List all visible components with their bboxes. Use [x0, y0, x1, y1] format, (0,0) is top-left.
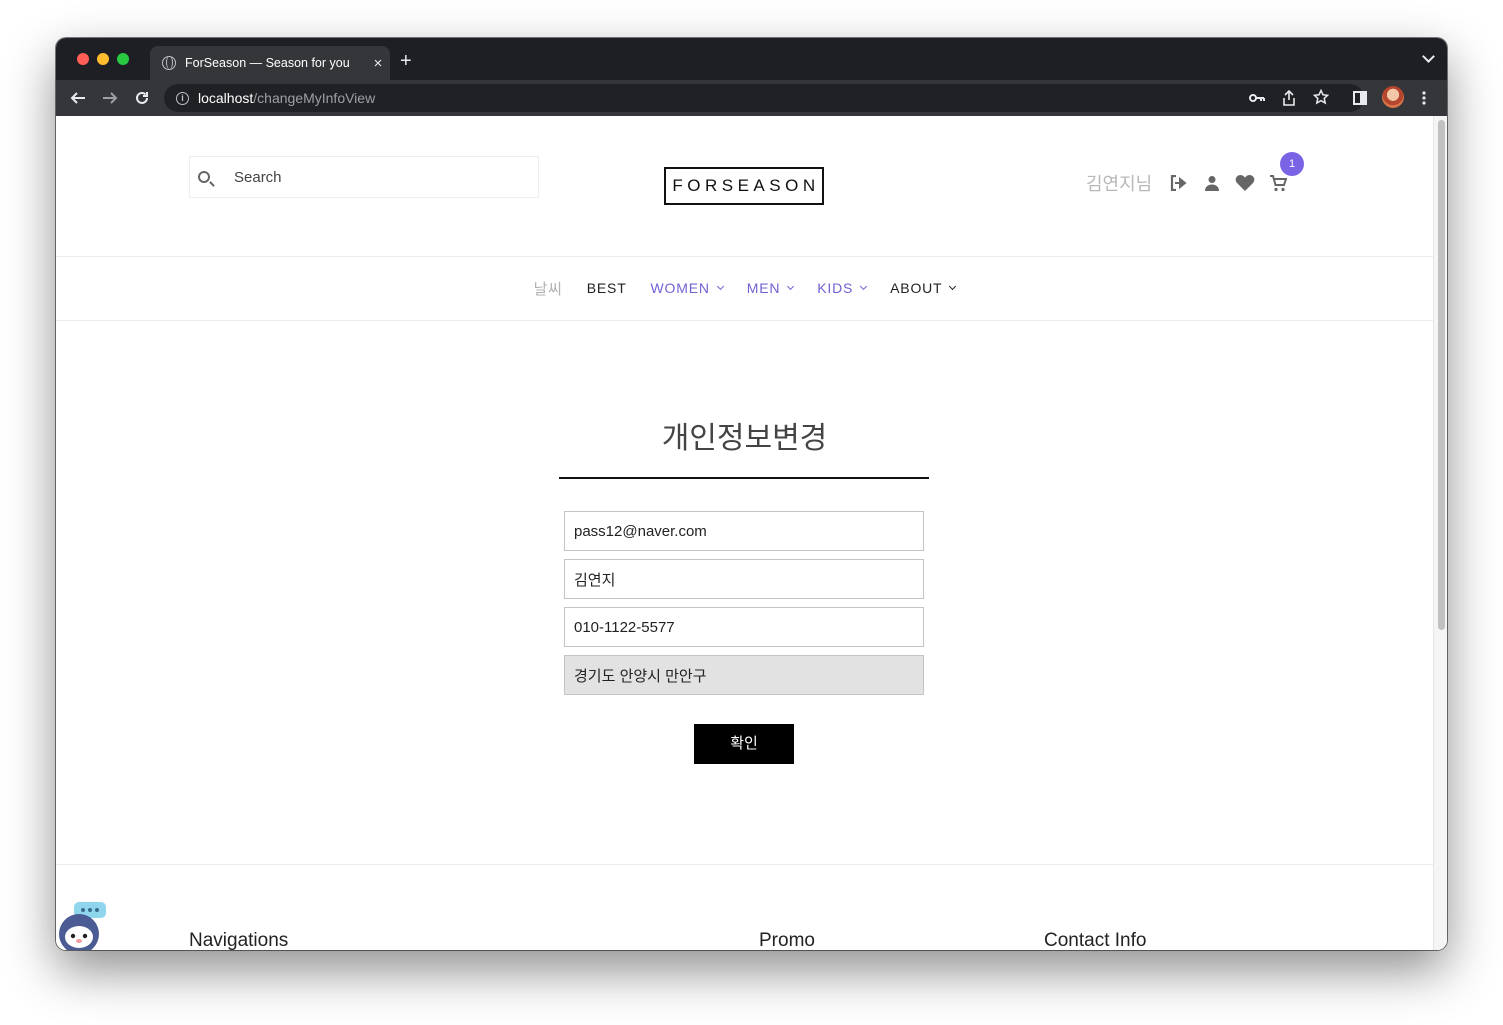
maximize-window-button[interactable]: [117, 53, 129, 65]
menu-divider: [56, 320, 1433, 321]
site-info-icon[interactable]: i: [176, 91, 189, 105]
name-field[interactable]: 김연지: [564, 559, 924, 599]
footer-heading-contact: Contact Info: [1044, 930, 1147, 950]
cart-icon[interactable]: [1267, 172, 1289, 194]
search-icon: [198, 171, 210, 183]
minimize-window-button[interactable]: [97, 53, 109, 65]
address-field[interactable]: 경기도 안양시 만안구: [564, 655, 924, 695]
menu-item-men[interactable]: MEN: [746, 280, 795, 296]
address-bar[interactable]: i localhost /changeMyInfoView: [164, 84, 1364, 112]
heart-icon[interactable]: [1234, 172, 1256, 194]
browser-window: ForSeason — Season for you × + i localho…: [56, 38, 1447, 950]
logout-icon[interactable]: [1168, 172, 1190, 194]
side-panel-icon[interactable]: [1353, 91, 1367, 105]
title-underline: [559, 477, 929, 479]
cart-count-badge: 1: [1280, 152, 1304, 176]
chevron-down-icon: [716, 282, 724, 291]
menu-label: ABOUT: [890, 280, 943, 296]
tab-title: ForSeason — Season for you: [185, 56, 350, 70]
key-icon[interactable]: [1249, 93, 1265, 103]
menu-label: MEN: [746, 280, 781, 296]
menu-item-kids[interactable]: KIDS: [817, 280, 868, 296]
chatbot-icon[interactable]: [56, 900, 108, 950]
menu-item-women[interactable]: WOMEN: [650, 280, 724, 296]
footer-heading-promo: Promo: [759, 930, 815, 950]
tab-search-chevron-icon[interactable]: [1422, 50, 1435, 63]
user-greeting: 김연지님: [1086, 174, 1153, 194]
search-input[interactable]: [234, 168, 514, 186]
menu-label: BEST: [586, 280, 627, 296]
new-tab-button[interactable]: +: [400, 50, 412, 72]
globe-icon: [162, 56, 176, 70]
browser-tab[interactable]: ForSeason — Season for you ×: [150, 46, 390, 80]
confirm-button[interactable]: 확인: [694, 724, 794, 764]
forward-icon[interactable]: [102, 90, 118, 106]
url-host: localhost: [198, 90, 254, 106]
browser-toolbar: i localhost /changeMyInfoView: [56, 80, 1447, 116]
main-menu: 날씨 BEST WOMEN MEN KIDS ABOUT: [56, 256, 1433, 320]
screen: ForSeason — Season for you × + i localho…: [0, 0, 1503, 1025]
page-viewport: FORSEASON 김연지님: [56, 116, 1447, 950]
page-title: 개인정보변경: [661, 422, 828, 455]
email-field[interactable]: pass12@naver.com: [564, 511, 924, 551]
footer-heading-navigations: Navigations: [189, 930, 289, 950]
browser-menu-icon[interactable]: [1422, 91, 1426, 105]
phone-field[interactable]: 010-1122-5577: [564, 607, 924, 647]
menu-label: WOMEN: [650, 280, 710, 296]
reload-icon[interactable]: [134, 90, 150, 106]
site-logo[interactable]: FORSEASON: [664, 167, 824, 205]
menu-label: KIDS: [817, 280, 854, 296]
chevron-down-icon: [860, 282, 868, 291]
menu-item-best[interactable]: BEST: [587, 280, 627, 296]
close-window-button[interactable]: [77, 53, 89, 65]
tab-close-icon[interactable]: ×: [366, 55, 390, 72]
footer-divider: [56, 864, 1433, 865]
user-area: 김연지님: [1086, 170, 1300, 196]
page-scrollbar[interactable]: [1433, 116, 1447, 950]
tab-strip: ForSeason — Season for you × +: [56, 38, 1447, 80]
chevron-down-icon: [787, 282, 795, 291]
menu-item-about[interactable]: ABOUT: [890, 280, 957, 296]
url-path: /changeMyInfoView: [253, 90, 376, 106]
menu-item-weather[interactable]: 날씨: [534, 278, 563, 299]
back-icon[interactable]: [70, 90, 86, 106]
search-box[interactable]: [189, 156, 539, 198]
scrollbar-thumb[interactable]: [1438, 120, 1445, 630]
profile-avatar[interactable]: [1382, 86, 1404, 108]
share-icon[interactable]: [1282, 90, 1296, 106]
bookmark-star-icon[interactable]: [1313, 89, 1329, 105]
user-icon[interactable]: [1201, 172, 1223, 194]
chevron-down-icon: [949, 282, 957, 291]
